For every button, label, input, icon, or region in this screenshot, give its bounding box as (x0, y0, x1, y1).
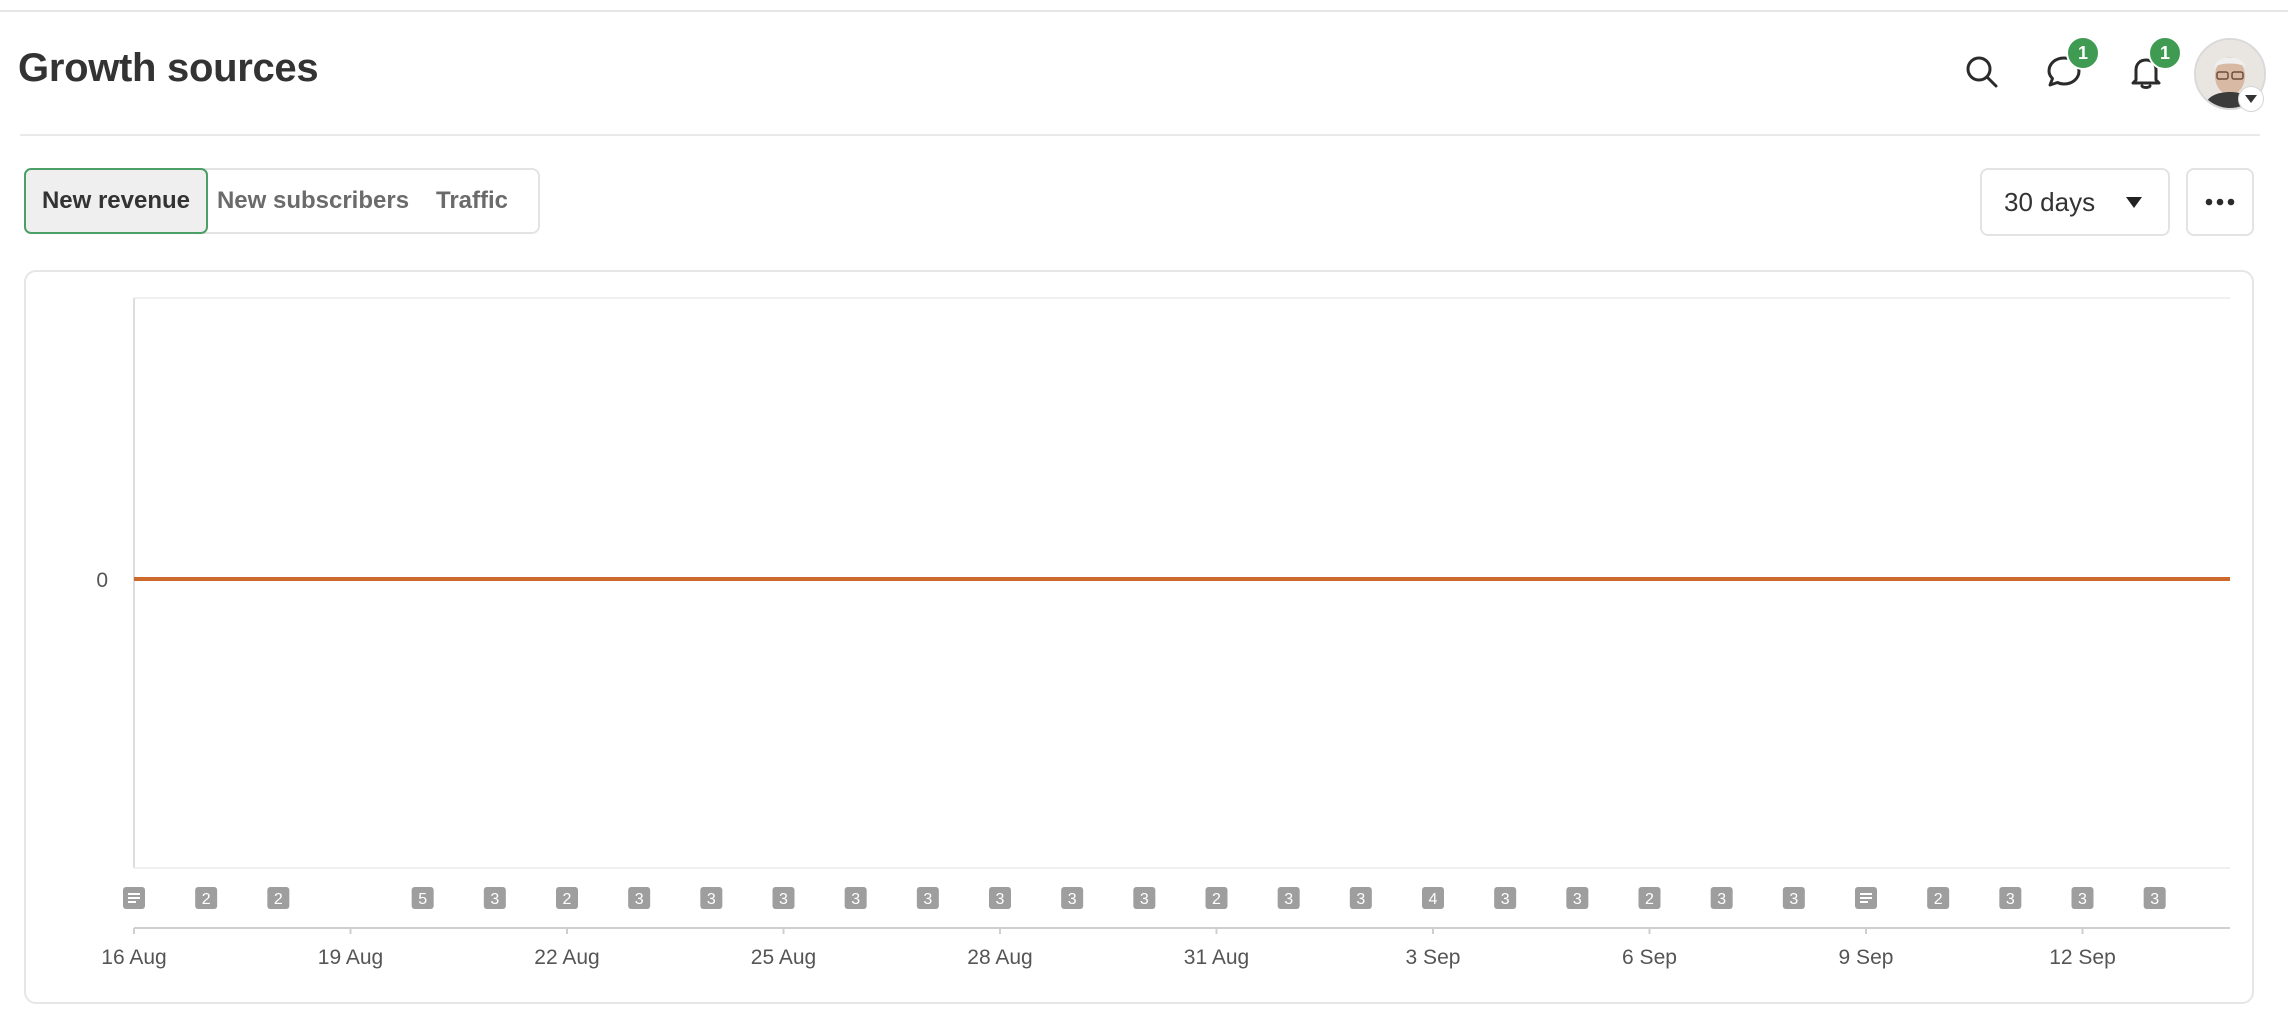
messages-badge: 1 (2066, 36, 2100, 70)
x-tick-label: 22 Aug (534, 946, 599, 969)
event-marker-count: 3 (707, 891, 716, 908)
event-marker-count: 3 (1068, 891, 1077, 908)
date-range-select[interactable]: 30 days (1980, 168, 2170, 236)
x-tick-label: 16 Aug (101, 946, 166, 969)
messages-button[interactable]: 1 (2042, 36, 2100, 94)
event-marker-count: 3 (1501, 891, 1510, 908)
event-marker-count: 3 (1573, 891, 1582, 908)
chart-card: 0 16 Aug 19 Aug 22 Aug 25 Aug 28 Aug 31 Aug 3 S… (24, 270, 2254, 1004)
event-marker-count: 4 (1429, 891, 1438, 908)
x-tick-label: 6 Sep (1622, 946, 1677, 969)
x-tick-label: 25 Aug (751, 946, 816, 969)
event-marker-count: 2 (1212, 891, 1221, 908)
x-tick-label: 31 Aug (1184, 946, 1249, 969)
event-marker-count: 3 (1789, 891, 1798, 908)
metric-tabs: New revenue New subscribers Traffic (24, 168, 540, 234)
event-marker-count: 2 (1645, 891, 1654, 908)
event-marker-count: 3 (490, 891, 499, 908)
notifications-button[interactable]: 1 (2124, 36, 2182, 94)
event-marker-count: 3 (635, 891, 644, 908)
y-tick-label: 0 (96, 569, 108, 592)
x-tick-label: 9 Sep (1839, 946, 1894, 969)
event-marker-count: 5 (418, 891, 427, 908)
caret-down-icon (2126, 197, 2142, 208)
x-tick-label: 3 Sep (1406, 946, 1461, 969)
x-tick-label: 19 Aug (318, 946, 383, 969)
header-divider (20, 134, 2260, 136)
event-marker-count: 3 (996, 891, 1005, 908)
event-marker-count: 3 (2150, 891, 2159, 908)
event-marker-count: 3 (1356, 891, 1365, 908)
x-tick-label: 12 Sep (2049, 946, 2116, 969)
page-title: Growth sources (18, 46, 319, 90)
event-marker-count: 3 (779, 891, 788, 908)
event-marker-count: 2 (1934, 891, 1943, 908)
event-marker-count: 3 (923, 891, 932, 908)
notifications-badge: 1 (2148, 36, 2182, 70)
avatar-menu-caret[interactable] (2238, 86, 2264, 112)
tab-traffic[interactable]: Traffic (418, 170, 526, 232)
tab-new-revenue[interactable]: New revenue (24, 168, 208, 234)
event-marker-count: 2 (563, 891, 572, 908)
event-marker-count: 2 (274, 891, 283, 908)
search-icon (1966, 56, 1998, 88)
event-marker-count: 3 (1140, 891, 1149, 908)
event-marker-count: 3 (851, 891, 860, 908)
event-marker-count: 2 (202, 891, 211, 908)
more-dots-icon (2205, 198, 2235, 206)
date-range-value: 30 days (2004, 186, 2096, 217)
event-marker-count: 3 (2006, 891, 2015, 908)
revenue-chart: 0 16 Aug 19 Aug 22 Aug 25 Aug 28 Aug 31 Aug 3 S… (96, 297, 2230, 969)
top-border (0, 0, 2288, 12)
search-button[interactable] (1960, 50, 2004, 94)
tab-new-subscribers[interactable]: New subscribers (208, 170, 418, 232)
more-options-button[interactable] (2186, 168, 2254, 236)
event-marker-count: 3 (1284, 891, 1293, 908)
event-marker-count: 3 (1717, 891, 1726, 908)
x-tick-label: 28 Aug (967, 946, 1032, 969)
event-marker-count: 3 (2078, 891, 2087, 908)
caret-down-icon (2245, 95, 2257, 103)
